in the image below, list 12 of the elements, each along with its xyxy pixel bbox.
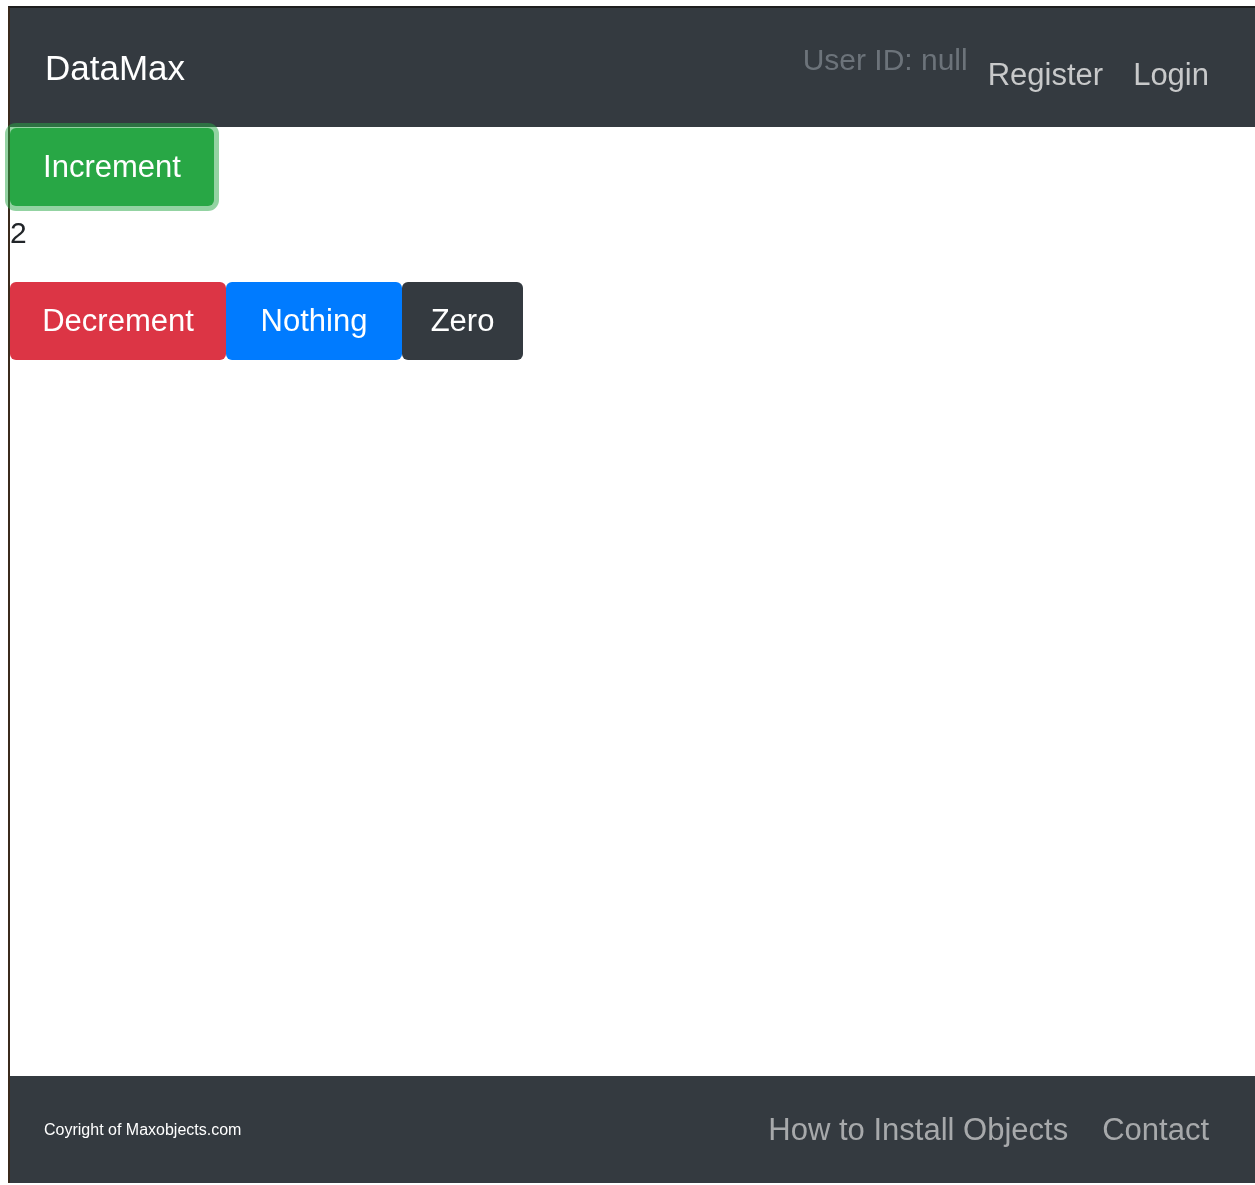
footer-link[interactable]: Contact	[1102, 1111, 1209, 1148]
decrement-button[interactable]: Decrement	[10, 282, 226, 360]
nav-link[interactable]: Register	[987, 56, 1104, 93]
nav-link[interactable]: Login	[1133, 56, 1209, 93]
user-id-text: User ID: null	[802, 42, 968, 77]
zero-button[interactable]: Zero	[402, 282, 523, 360]
nothing-button[interactable]: Nothing	[226, 282, 402, 360]
brand-link[interactable]: DataMax	[45, 47, 186, 88]
footer-link[interactable]: How to Install Objects	[768, 1111, 1069, 1148]
copyright-text: Coyright of Maxobjects.com	[44, 1120, 242, 1139]
counter-value: 2	[10, 215, 28, 251]
increment-button[interactable]: Increment	[10, 128, 214, 206]
